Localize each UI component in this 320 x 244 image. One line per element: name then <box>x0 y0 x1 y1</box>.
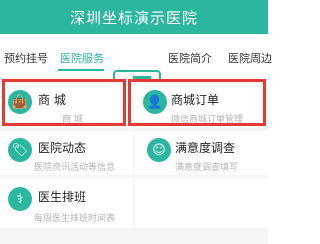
doctor-icon: ⚕ <box>8 187 32 211</box>
menu-item-subtitle: 满意度调查填写 <box>175 163 239 173</box>
menu-item-title: 医生排班 <box>38 190 87 204</box>
menu-item-hospital-news[interactable]: 🏷 医院动态 医院资讯活动等信息 <box>0 131 133 175</box>
active-tab-indicator <box>58 69 104 71</box>
page-title: 深圳坐标演示医院 <box>69 8 198 27</box>
menu-item-title: 医院动态 <box>38 141 87 155</box>
tag-icon: 🏷 <box>8 138 32 162</box>
tab-hospital-surroundings[interactable]: 医院周边 <box>228 50 272 66</box>
highlight-box-mall <box>2 79 126 126</box>
menu-item-empty <box>135 178 268 228</box>
menu-item-subtitle: 医院资讯活动等信息 <box>34 163 116 173</box>
highlight-box-mall-orders <box>128 79 266 126</box>
menu-item-satisfaction-survey[interactable]: ☺ 满意度调查 满意度调查填写 <box>135 131 268 175</box>
tab-appointment[interactable]: 预约挂号 <box>4 50 48 66</box>
menu-item-subtitle: 每周医生排班时间表 <box>34 214 116 224</box>
tab-bar: 预约挂号 医院服务 医院简介 医院周边 <box>0 34 272 114</box>
tab-hospital-service[interactable]: 医院服务 <box>60 50 104 66</box>
tab-hospital-intro[interactable]: 医院简介 <box>168 50 212 66</box>
smile-icon: ☺ <box>147 138 171 162</box>
menu-item-doctor-schedule[interactable]: ⚕ 医生排班 每周医生排班时间表 <box>0 178 133 228</box>
menu-item-title: 满意度调查 <box>175 141 236 155</box>
app-header: 深圳坐标演示医院 <box>0 0 268 34</box>
